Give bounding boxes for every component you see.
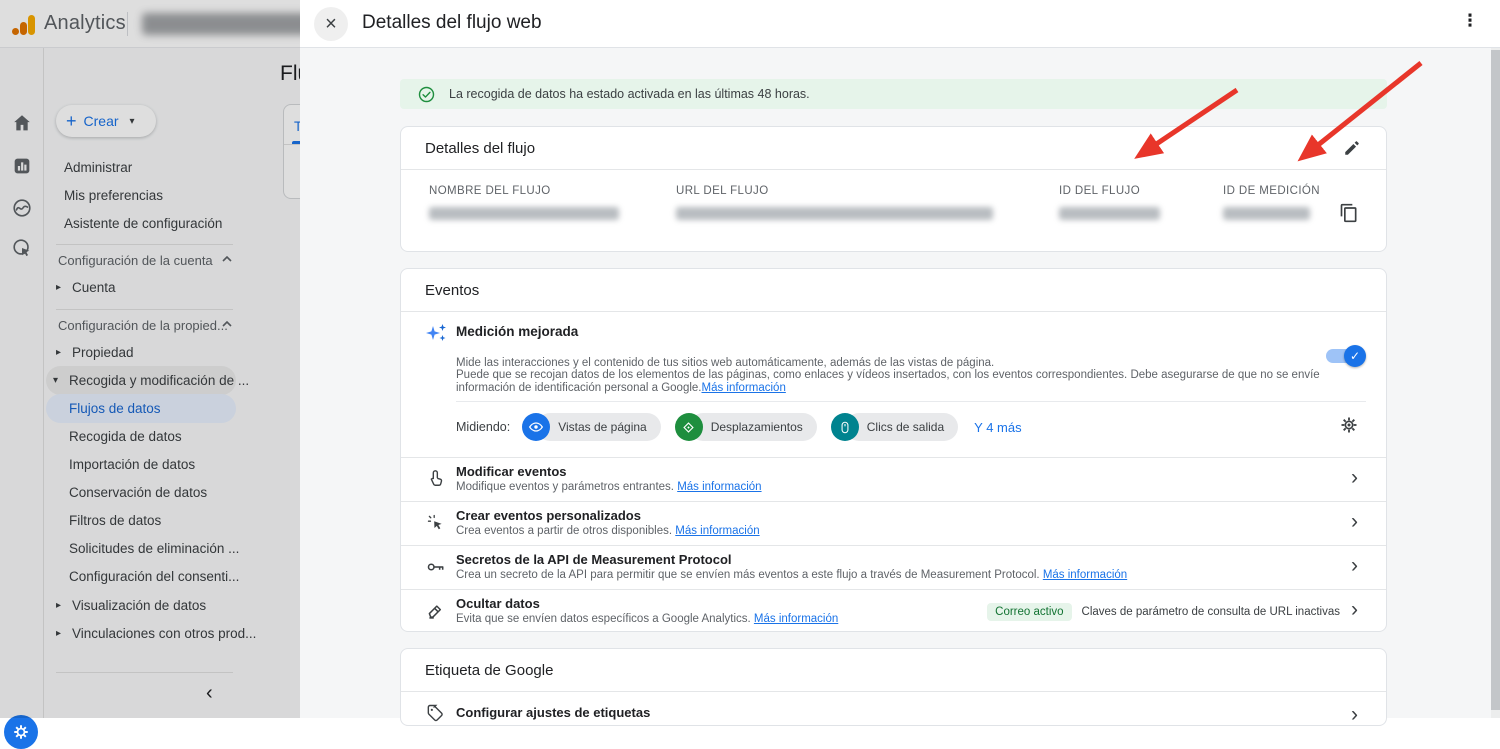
row-description: Crea un secreto de la API para permitir … — [456, 569, 1127, 581]
divider — [401, 311, 1386, 312]
status-badge-active: Correo activo — [987, 603, 1071, 621]
more-info-link[interactable]: Más información — [675, 525, 759, 537]
row-create-custom-events[interactable]: Crear eventos personalizados Crea evento… — [401, 501, 1386, 545]
panel-header: × Detalles del flujo web ⋮ — [300, 0, 1500, 48]
google-tag-card: Etiqueta de Google Configurar ajustes de… — [400, 648, 1387, 726]
panel-title: Detalles del flujo web — [362, 12, 542, 34]
copy-icon[interactable] — [1339, 203, 1359, 223]
field-label-stream-id: ID DEL FLUJO — [1059, 185, 1140, 197]
more-chips-link[interactable]: Y 4 más — [974, 420, 1021, 435]
more-options-button[interactable]: ⋮ — [1458, 11, 1482, 37]
stream-url-redacted — [676, 207, 993, 220]
row-configure-tag-settings[interactable]: Configurar ajustes de etiquetas › — [401, 691, 1386, 735]
row-title: Secretos de la API de Measurement Protoc… — [456, 552, 732, 567]
close-button[interactable]: × — [314, 7, 348, 41]
mouse-icon — [831, 413, 859, 441]
row-desc-text: Crea un secreto de la API para permitir … — [456, 569, 1043, 581]
row-description: Crea eventos a partir de otros disponibl… — [456, 525, 760, 537]
measurement-id-redacted — [1223, 207, 1310, 220]
chip-label: Clics de salida — [845, 413, 958, 441]
enhanced-measurement-settings-gear-icon[interactable] — [1339, 415, 1359, 435]
chevron-right-icon: › — [1351, 703, 1358, 727]
chip-scrolls[interactable]: Desplazamientos — [675, 413, 817, 441]
data-collection-banner: La recogida de datos ha estado activada … — [400, 79, 1387, 109]
more-info-link[interactable]: Más información — [701, 382, 785, 394]
chevron-right-icon: › — [1351, 510, 1358, 534]
cursor-sparkle-icon — [425, 512, 446, 533]
touch-icon — [425, 468, 446, 489]
description-line1: Mide las interacciones y el contenido de… — [456, 357, 994, 369]
gear-icon — [12, 723, 30, 741]
enhanced-measurement-sparkle-icon — [425, 321, 449, 345]
toggle-knob: ✓ — [1344, 345, 1366, 367]
chip-outbound-clicks[interactable]: Clics de salida — [831, 413, 958, 441]
row-description: Evita que se envíen datos específicos a … — [456, 613, 838, 625]
banner-text: La recogida de datos ha estado activada … — [449, 87, 810, 101]
scrollbar-track[interactable] — [1491, 48, 1500, 718]
row-title: Ocultar datos — [456, 596, 540, 611]
field-label-stream-name: NOMBRE DEL FLUJO — [429, 185, 551, 197]
stream-details-panel: × Detalles del flujo web ⋮ La recogida d… — [300, 0, 1500, 718]
measuring-label: Midiendo: — [456, 420, 510, 434]
row-redact-data[interactable]: Ocultar datos Evita que se envíen datos … — [401, 589, 1386, 633]
more-info-link[interactable]: Más información — [1043, 569, 1127, 581]
chevron-right-icon: › — [1351, 466, 1358, 490]
card-title: Eventos — [425, 282, 479, 299]
eraser-icon — [425, 600, 446, 621]
check-circle-icon — [418, 86, 435, 103]
row-title: Crear eventos personalizados — [456, 508, 641, 523]
stream-details-card: Detalles del flujo NOMBRE DEL FLUJO URL … — [400, 126, 1387, 252]
measuring-row: Midiendo: Vistas de página De — [456, 412, 1022, 442]
description-line2: Puede que se recojan datos de los elemen… — [456, 369, 1320, 393]
close-icon: × — [325, 13, 337, 36]
more-info-link[interactable]: Más información — [677, 481, 761, 493]
row-desc-text: Crea eventos a partir de otros disponibl… — [456, 525, 675, 537]
row-desc-text: Evita que se envíen datos específicos a … — [456, 613, 754, 625]
edit-pencil-icon[interactable] — [1343, 139, 1361, 157]
redact-status: Correo activo Claves de parámetro de con… — [987, 603, 1340, 621]
eye-icon — [522, 413, 550, 441]
field-label-measurement-id: ID DE MEDICIÓN — [1223, 185, 1320, 197]
row-modify-events[interactable]: Modificar eventos Modifique eventos y pa… — [401, 457, 1386, 501]
scroll-diamond-icon — [675, 413, 703, 441]
field-label-stream-url: URL DEL FLUJO — [676, 185, 769, 197]
enhanced-measurement-description: Mide las interacciones y el contenido de… — [456, 357, 1334, 394]
chip-label: Vistas de página — [536, 413, 661, 441]
modal-scrim[interactable] — [0, 0, 300, 718]
stream-name-redacted — [429, 207, 619, 220]
enhanced-measurement-title: Medición mejorada — [456, 324, 578, 339]
events-card: Eventos Medición mejorada ✓ Mide las int… — [400, 268, 1387, 632]
tag-icon — [425, 703, 445, 723]
check-icon: ✓ — [1350, 349, 1360, 363]
key-icon — [425, 556, 447, 578]
card-title: Detalles del flujo — [425, 140, 535, 157]
divider — [456, 401, 1366, 402]
chip-page-views[interactable]: Vistas de página — [522, 413, 661, 441]
status-text-inactive: Claves de parámetro de consulta de URL i… — [1082, 606, 1340, 618]
more-info-link[interactable]: Más información — [754, 613, 838, 625]
chevron-right-icon: › — [1351, 598, 1358, 622]
row-measurement-protocol-secrets[interactable]: Secretos de la API de Measurement Protoc… — [401, 545, 1386, 589]
scrollbar-thumb[interactable] — [1491, 50, 1500, 710]
stream-id-redacted — [1059, 207, 1160, 220]
row-title: Modificar eventos — [456, 464, 567, 479]
admin-gear-button[interactable] — [4, 715, 38, 749]
chevron-right-icon: › — [1351, 554, 1358, 578]
chip-label: Desplazamientos — [689, 413, 817, 441]
row-description: Modifique eventos y parámetros entrantes… — [456, 481, 762, 493]
row-desc-text: Modifique eventos y parámetros entrantes… — [456, 481, 677, 493]
card-title: Etiqueta de Google — [425, 662, 553, 679]
divider — [401, 169, 1386, 170]
kebab-icon: ⋮ — [1462, 11, 1479, 30]
